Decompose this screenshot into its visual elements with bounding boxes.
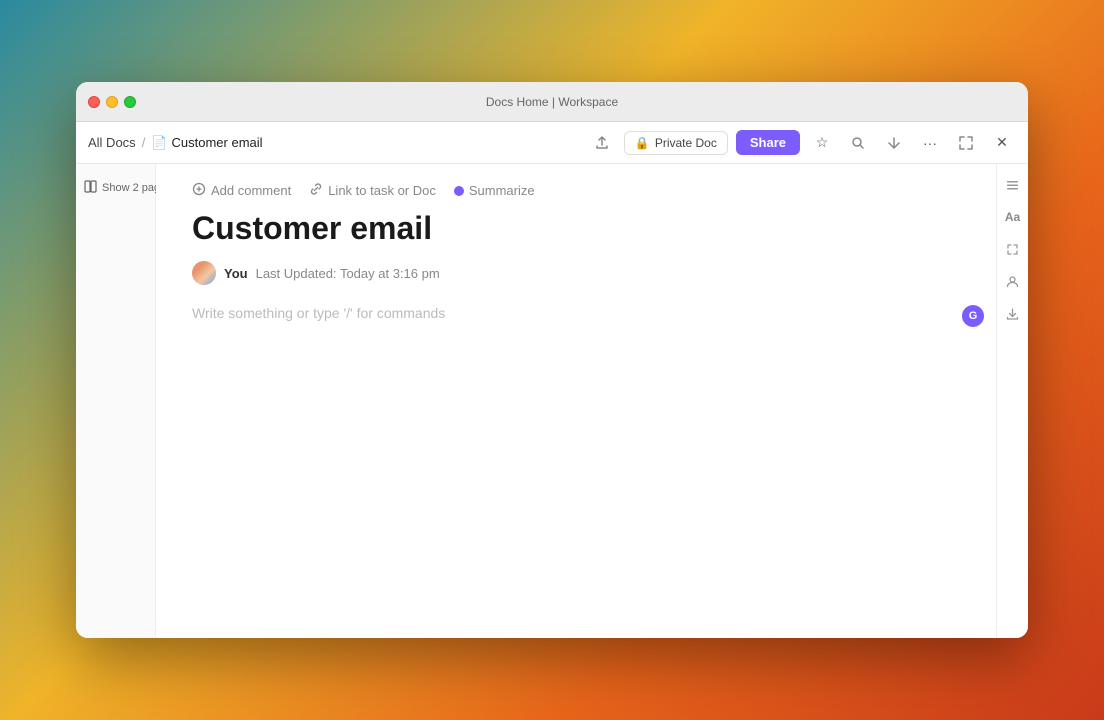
app-window: Docs Home | Workspace All Docs / 📄 Custo… bbox=[76, 82, 1028, 638]
export-button[interactable] bbox=[880, 129, 908, 157]
minimize-button[interactable] bbox=[106, 96, 118, 108]
close-button[interactable] bbox=[88, 96, 100, 108]
doc-content: Customer email You Last Updated: Today a… bbox=[156, 209, 996, 638]
doc-title: Customer email bbox=[192, 209, 960, 247]
comment-icon bbox=[192, 182, 206, 199]
toolbar: All Docs / 📄 Customer email 🔒 Private Do… bbox=[76, 122, 1028, 164]
breadcrumb-separator: / bbox=[142, 135, 146, 150]
traffic-lights bbox=[88, 96, 136, 108]
avatar bbox=[192, 261, 216, 285]
last-updated: Last Updated: Today at 3:16 pm bbox=[256, 266, 440, 281]
window-title: Docs Home | Workspace bbox=[486, 95, 618, 109]
search-icon bbox=[851, 136, 865, 150]
add-comment-button[interactable]: Add comment bbox=[192, 182, 291, 199]
doc-editor[interactable]: Write something or type '/' for commands… bbox=[192, 305, 960, 323]
lock-icon: 🔒 bbox=[635, 136, 650, 150]
star-button[interactable]: ☆ bbox=[808, 129, 836, 157]
doc-meta: You Last Updated: Today at 3:16 pm bbox=[192, 261, 960, 285]
private-doc-button[interactable]: 🔒 Private Doc bbox=[624, 131, 728, 155]
close-doc-button[interactable]: ✕ bbox=[988, 129, 1016, 157]
summarize-icon bbox=[454, 186, 464, 196]
fullscreen-button[interactable] bbox=[952, 129, 980, 157]
private-doc-label: Private Doc bbox=[655, 136, 717, 150]
upload-icon bbox=[595, 136, 609, 150]
action-bar: Add comment Link to task or Doc Summariz… bbox=[156, 164, 996, 209]
download-btn[interactable] bbox=[1000, 300, 1026, 326]
breadcrumb-current: 📄 Customer email bbox=[151, 135, 262, 151]
search-button[interactable] bbox=[844, 129, 872, 157]
title-bar: Docs Home | Workspace bbox=[76, 82, 1028, 122]
link-task-button[interactable]: Link to task or Doc bbox=[309, 182, 436, 199]
editor-placeholder: Write something or type '/' for commands bbox=[192, 303, 445, 323]
link-icon bbox=[309, 182, 323, 199]
breadcrumb: All Docs / 📄 Customer email bbox=[88, 135, 263, 151]
main-area: Show 2 pages Add comment bbox=[76, 164, 1028, 638]
add-comment-label: Add comment bbox=[211, 183, 291, 198]
link-task-label: Link to task or Doc bbox=[328, 183, 436, 198]
export-icon bbox=[887, 136, 901, 150]
more-options-button[interactable]: ··· bbox=[916, 129, 944, 157]
summarize-button[interactable]: Summarize bbox=[454, 183, 535, 198]
author-name: You bbox=[224, 266, 248, 281]
breadcrumb-root[interactable]: All Docs bbox=[88, 135, 136, 150]
collaborators-btn[interactable] bbox=[1000, 268, 1026, 294]
toolbar-right: 🔒 Private Doc Share ☆ ··· bbox=[588, 129, 1016, 157]
ai-indicator: G bbox=[962, 305, 984, 327]
typography-btn[interactable]: Aa bbox=[1000, 204, 1026, 230]
right-panel: Aa bbox=[996, 164, 1028, 638]
doc-icon: 📄 bbox=[151, 135, 167, 151]
share-button[interactable]: Share bbox=[736, 130, 800, 155]
pages-icon bbox=[84, 180, 97, 196]
share-icon-btn[interactable] bbox=[588, 129, 616, 157]
summarize-label: Summarize bbox=[469, 183, 535, 198]
content-area[interactable]: Add comment Link to task or Doc Summariz… bbox=[156, 164, 996, 638]
fullscreen-icon bbox=[959, 136, 973, 150]
maximize-button[interactable] bbox=[124, 96, 136, 108]
layout-btn[interactable] bbox=[1000, 172, 1026, 198]
sidebar: Show 2 pages bbox=[76, 164, 156, 638]
expand-btn[interactable] bbox=[1000, 236, 1026, 262]
breadcrumb-current-label: Customer email bbox=[172, 135, 263, 150]
